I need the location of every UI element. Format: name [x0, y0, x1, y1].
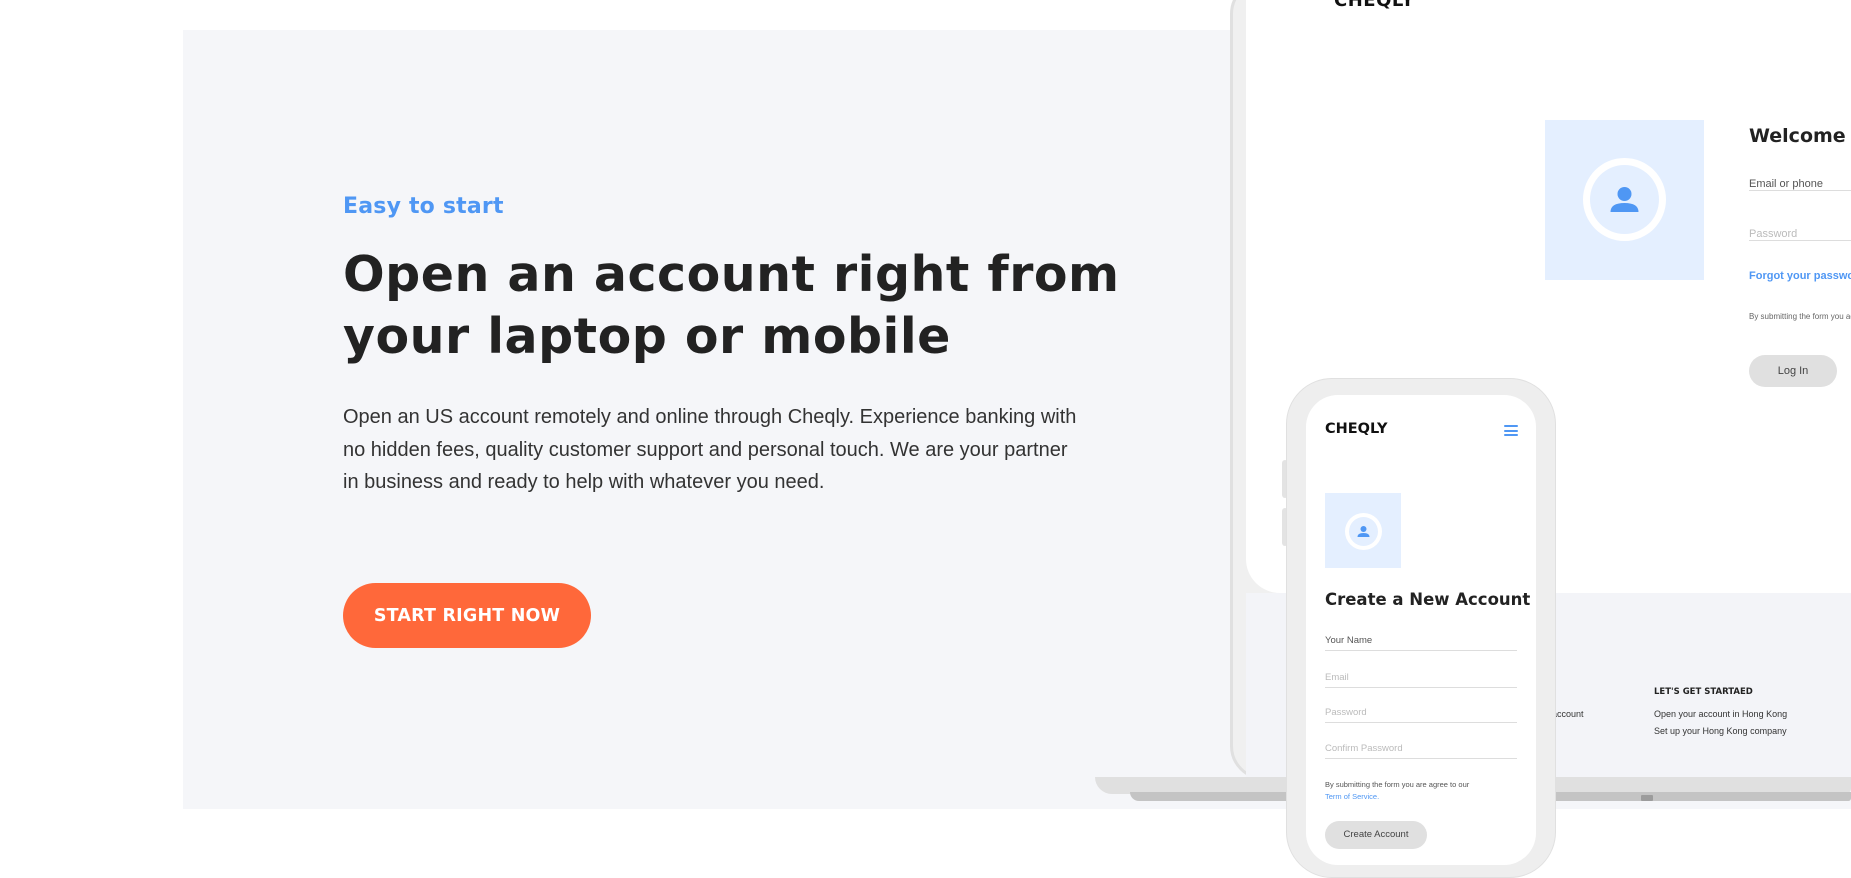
- hamburger-menu-icon[interactable]: [1504, 425, 1518, 439]
- footer-heading: LET'S GET STARTAED: [1654, 687, 1753, 697]
- laptop-email-field[interactable]: Email or phone: [1749, 178, 1851, 191]
- laptop-forgot-password-link[interactable]: Forgot your password?: [1749, 270, 1851, 282]
- laptop-notch: [1641, 795, 1653, 801]
- phone-screen: CHEQLY Create a New Account Your Name Em…: [1306, 395, 1536, 865]
- hero-headline: Open an account right from your laptop o…: [343, 246, 1120, 365]
- phone-create-account-title: Create a New Account: [1325, 590, 1531, 609]
- laptop-welcome-title: Welcome back: [1749, 125, 1851, 147]
- phone-confirm-password-field[interactable]: Confirm Password: [1325, 743, 1517, 759]
- phone-logo: CHEQLY: [1325, 421, 1388, 437]
- laptop-avatar-placeholder: [1545, 120, 1704, 280]
- start-right-now-button[interactable]: START RIGHT NOW: [343, 583, 591, 648]
- laptop-logo: CHEQLY: [1334, 0, 1415, 11]
- footer-partial-link[interactable]: account: [1552, 709, 1584, 719]
- phone-password-field[interactable]: Password: [1325, 707, 1517, 723]
- footer-link-company[interactable]: Set up your Hong Kong company: [1654, 726, 1787, 736]
- phone-name-field[interactable]: Your Name: [1325, 635, 1517, 651]
- phone-terms-link[interactable]: Term of Service.: [1325, 792, 1379, 801]
- phone-create-account-button[interactable]: Create Account: [1325, 821, 1427, 849]
- laptop-login-button[interactable]: Log In: [1749, 355, 1837, 387]
- phone-terms-prefix: By submitting the form you are agree to …: [1325, 780, 1470, 789]
- phone-terms-text: By submitting the form you are agree to …: [1325, 779, 1475, 803]
- phone-avatar-placeholder: [1325, 493, 1401, 568]
- user-icon: [1610, 187, 1639, 212]
- user-icon: [1357, 526, 1370, 537]
- laptop-password-field[interactable]: Password: [1749, 228, 1851, 241]
- footer-link-open-account[interactable]: Open your account in Hong Kong: [1654, 709, 1787, 719]
- phone-email-field[interactable]: Email: [1325, 672, 1517, 688]
- hero-description: Open an US account remotely and online t…: [343, 406, 1077, 493]
- laptop-terms-text: By submitting the form you agree to our …: [1749, 312, 1851, 321]
- hero-eyebrow: Easy to start: [343, 194, 504, 219]
